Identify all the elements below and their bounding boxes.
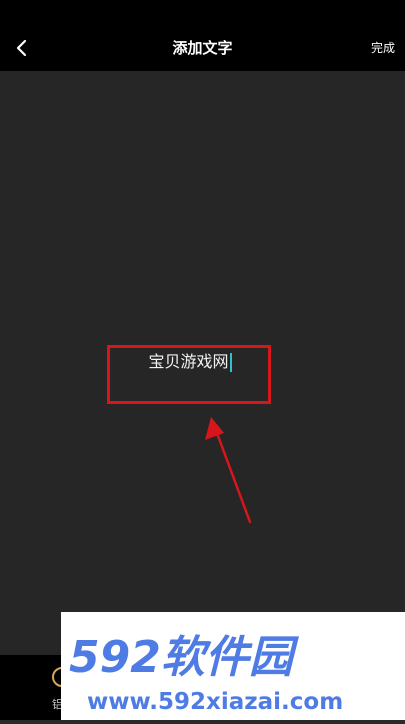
top-bar: 添加文字 完成 (0, 0, 405, 71)
annotation-arrow-icon (205, 417, 252, 524)
page-title: 添加文字 (172, 39, 233, 57)
done-button[interactable]: 完成 (371, 40, 395, 56)
watermark-url: www.592xiazai.com (87, 689, 343, 715)
watermark-brand: 592软件园 (69, 632, 300, 683)
watermark-logo: 592软件园 www.592xiazai.com (69, 632, 343, 715)
annotation-highlight-box (107, 345, 271, 404)
watermark: 592软件园 www.592xiazai.com (61, 612, 405, 720)
